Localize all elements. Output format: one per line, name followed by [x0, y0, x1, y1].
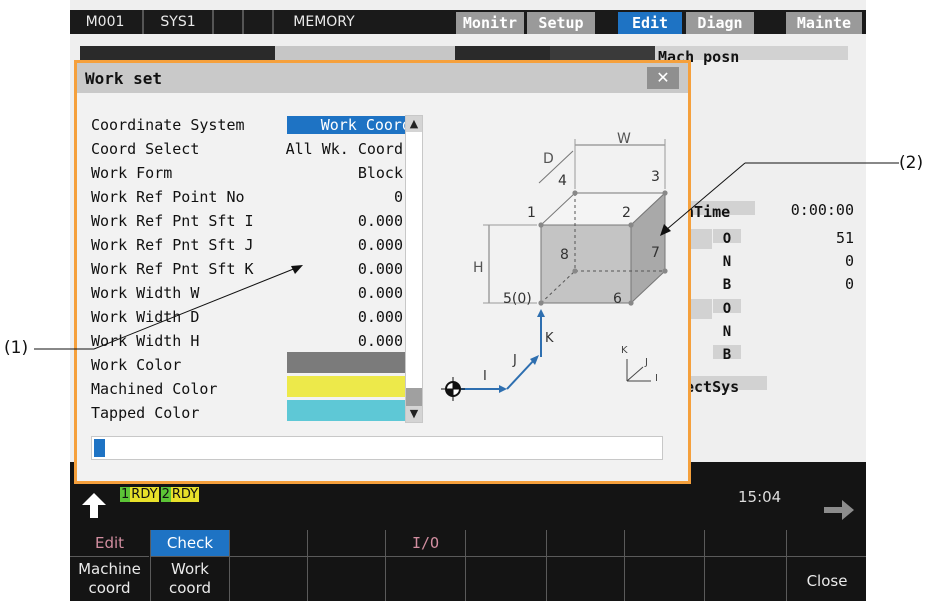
- callout-1-label: (1): [4, 338, 29, 358]
- callout-2-label: (2): [899, 153, 924, 173]
- callout-lines: [34, 162, 899, 350]
